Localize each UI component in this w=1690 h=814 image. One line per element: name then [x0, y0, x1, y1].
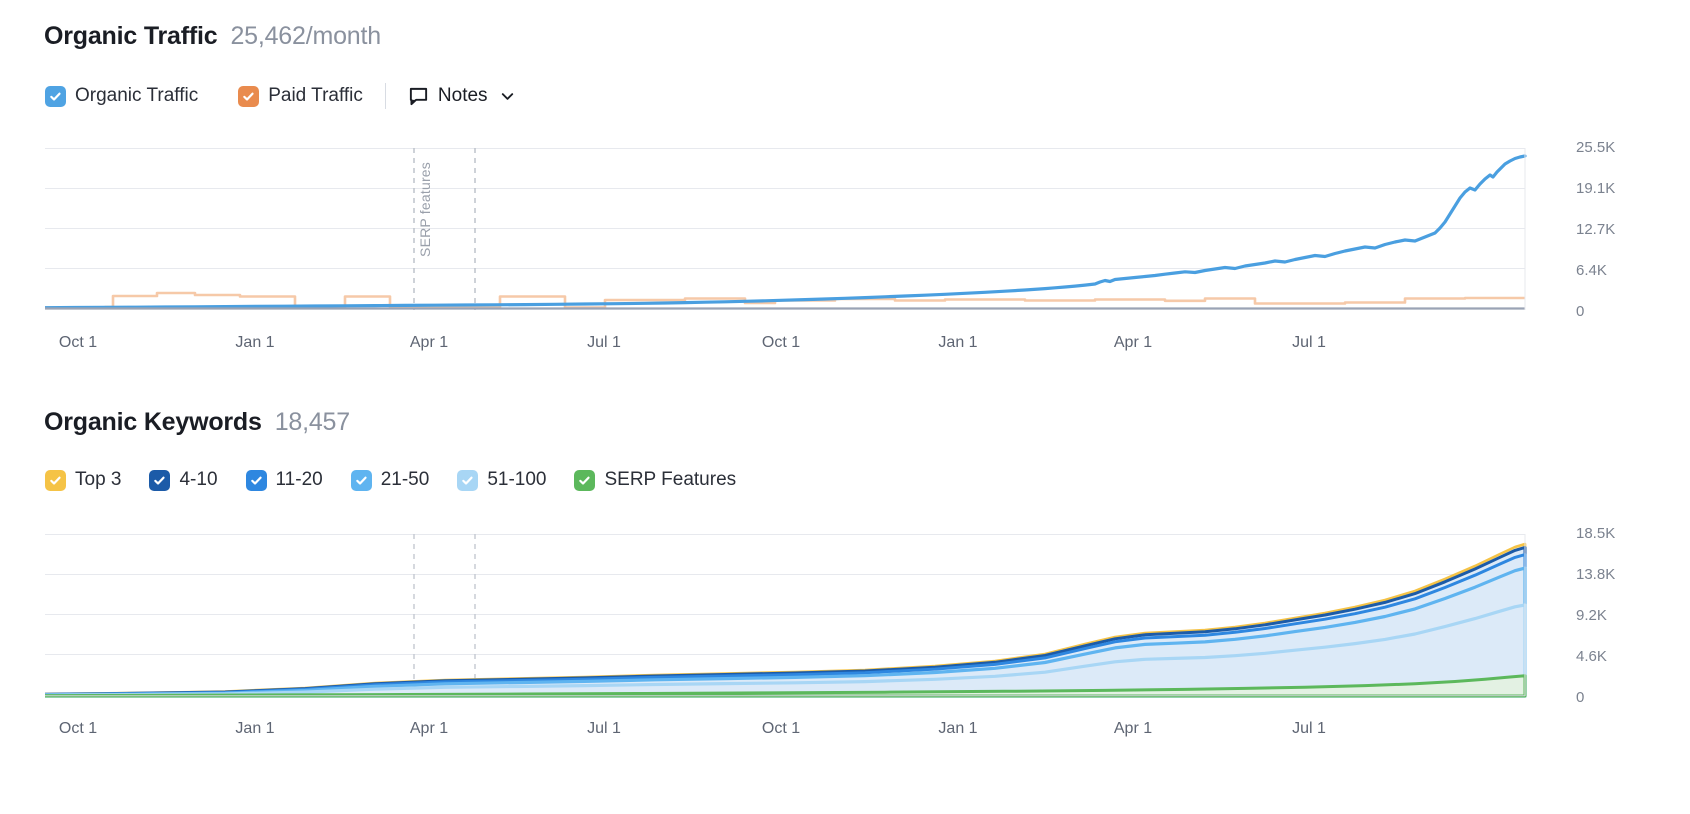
legend-item-paid-traffic[interactable]: Paid Traffic [238, 85, 363, 107]
organic-traffic-title: Organic Traffic [44, 22, 218, 50]
checkbox-checked-icon[interactable] [457, 469, 479, 491]
organic-keywords-legend: Top 3 4-10 11-20 21-50 51-100 SERP Featu… [45, 469, 736, 491]
checkbox-checked-icon[interactable] [245, 469, 267, 491]
x-tick-label: Apr 1 [1113, 334, 1153, 351]
legend-label-paid-traffic: Paid Traffic [268, 85, 363, 106]
note-bubble-icon [409, 87, 427, 105]
organic-keywords-title: Organic Keywords [44, 408, 262, 436]
legend-divider [384, 83, 386, 109]
checkbox-checked-icon[interactable] [45, 469, 66, 491]
x-tick-label: Apr 1 [409, 720, 449, 737]
x-tick-label: Jul 1 [1292, 334, 1326, 351]
checkbox-checked-icon[interactable] [45, 85, 66, 107]
y-tick-label: 0 [1576, 689, 1585, 706]
organic-traffic-line [43, 154, 1527, 310]
y-tick-label: 19.1K [1576, 180, 1616, 197]
legend-item-top-3[interactable]: Top 3 [45, 469, 121, 491]
traffic-y-axis: 25.5K 19.1K 12.7K 6.4K 0 [1576, 140, 1686, 322]
legend-label-serp-features: SERP Features [604, 469, 737, 490]
analytics-overview-page: Organic Traffic 25,462/month Organic Tra… [0, 0, 1690, 814]
legend-label-organic-traffic: Organic Traffic [75, 85, 199, 106]
y-tick-label: 4.6K [1576, 648, 1607, 665]
x-tick-label: Oct 1 [58, 720, 98, 737]
x-tick-label: Jan 1 [235, 334, 275, 351]
y-tick-label: 18.5K [1576, 525, 1616, 542]
organic-keywords-value: 18,457 [274, 408, 350, 436]
x-tick-label: Apr 1 [1113, 720, 1153, 737]
traffic-x-axis: Oct 1 Jan 1 Apr 1 Jul 1 Oct 1 Jan 1 Apr … [45, 334, 1525, 358]
organic-traffic-header: Organic Traffic 25,462/month [44, 22, 381, 51]
serp-features-annotation: SERP features [417, 162, 433, 257]
checkbox-checked-icon[interactable] [350, 469, 372, 491]
legend-label-21-50: 21-50 [380, 469, 430, 490]
legend-item-organic-traffic[interactable]: Organic Traffic [45, 85, 198, 107]
x-tick-label: Jul 1 [1292, 720, 1326, 737]
legend-label-51-100: 51-100 [487, 469, 547, 490]
organic-traffic-chart[interactable]: SERP features [43, 148, 1565, 320]
legend-label-4-10: 4-10 [179, 469, 218, 490]
x-tick-label: Oct 1 [761, 720, 801, 737]
organic-traffic-value: 25,462/month [230, 22, 381, 50]
y-tick-label: 9.2K [1576, 607, 1607, 624]
x-tick-label: Jul 1 [587, 334, 621, 351]
legend-item-21-50[interactable]: 21-50 [350, 469, 430, 491]
legend-item-serp-features[interactable]: SERP Features [574, 469, 736, 491]
legend-item-51-100[interactable]: 51-100 [457, 469, 546, 491]
x-tick-label: Apr 1 [409, 334, 449, 351]
y-tick-label: 12.7K [1576, 221, 1616, 238]
x-tick-label: Jan 1 [938, 720, 978, 737]
organic-keywords-chart[interactable] [43, 534, 1565, 706]
notes-button[interactable]: Notes [408, 85, 516, 107]
y-tick-label: 13.8K [1576, 566, 1616, 583]
notes-label: Notes [437, 85, 488, 106]
keywords-y-axis: 18.5K 13.8K 9.2K 4.6K 0 [1576, 526, 1686, 708]
keywords-x-axis: Oct 1 Jan 1 Apr 1 Jul 1 Oct 1 Jan 1 Apr … [45, 720, 1525, 744]
organic-traffic-legend: Organic Traffic Paid Traffic Notes [45, 83, 516, 109]
x-tick-label: Jan 1 [235, 720, 275, 737]
checkbox-checked-icon[interactable] [149, 469, 171, 491]
y-tick-label: 6.4K [1576, 262, 1607, 279]
legend-item-4-10[interactable]: 4-10 [149, 469, 218, 491]
legend-label-top-3: Top 3 [75, 469, 122, 490]
checkbox-checked-icon[interactable] [574, 469, 596, 491]
chevron-down-icon[interactable] [499, 88, 516, 105]
traffic-plot-svg [43, 148, 1527, 310]
keywords-plot-svg [43, 534, 1527, 698]
x-tick-label: Jan 1 [938, 334, 978, 351]
legend-label-11-20: 11-20 [275, 469, 323, 490]
checkbox-checked-icon[interactable] [238, 85, 260, 107]
gridlines [45, 148, 1525, 309]
legend-item-11-20[interactable]: 11-20 [245, 469, 323, 491]
x-tick-label: Oct 1 [58, 334, 98, 351]
organic-keywords-header: Organic Keywords 18,457 [44, 408, 350, 437]
x-tick-label: Jul 1 [587, 720, 621, 737]
y-tick-label: 25.5K [1576, 139, 1616, 156]
x-tick-label: Oct 1 [761, 334, 801, 351]
y-tick-label: 0 [1576, 303, 1585, 320]
